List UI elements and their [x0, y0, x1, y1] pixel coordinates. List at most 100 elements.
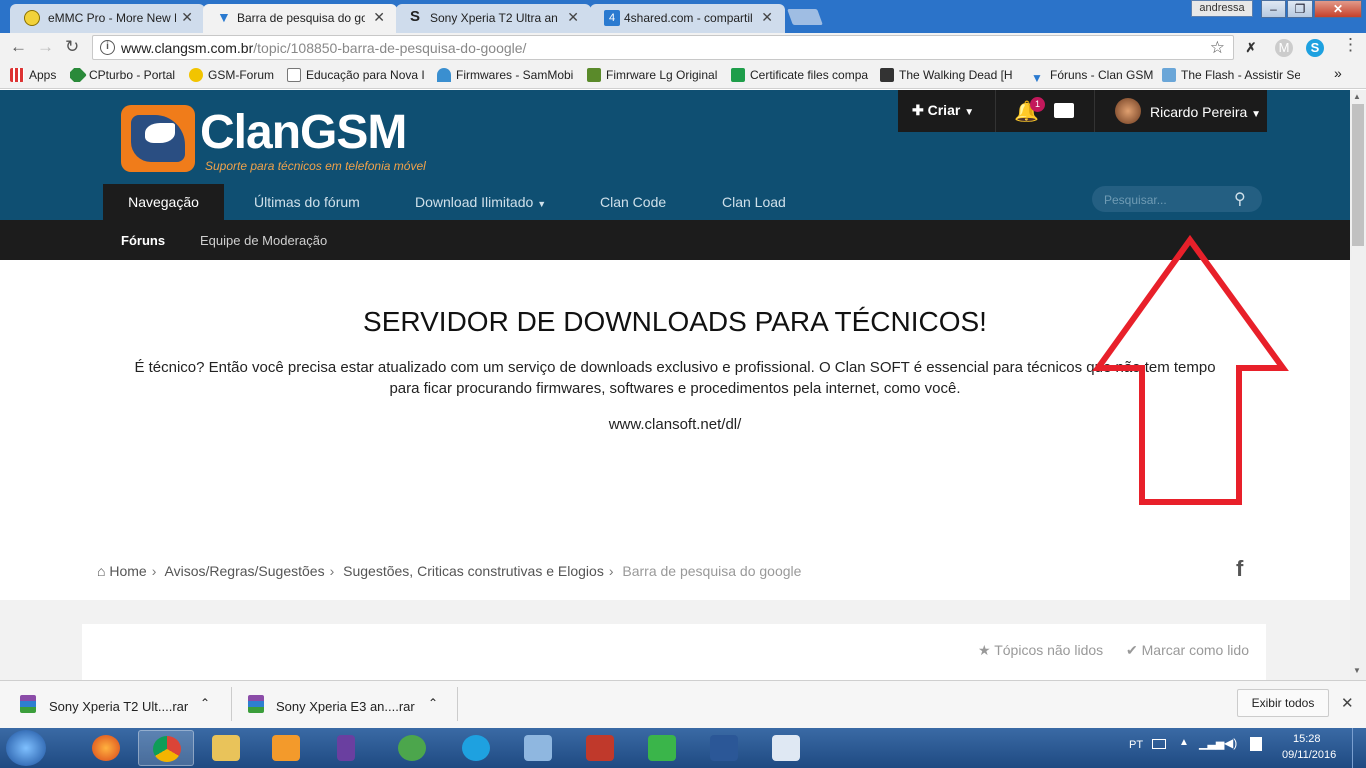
installer-taskbar[interactable] [758, 730, 814, 766]
bookmark-item[interactable]: Fimrware Lg Original [587, 68, 720, 82]
show-all-downloads-button[interactable]: Exibir todos [1237, 689, 1329, 717]
scroll-down-icon[interactable]: ▼ [1353, 666, 1361, 675]
firefox-taskbar[interactable] [78, 730, 134, 766]
minimize-button[interactable]: – [1261, 0, 1286, 18]
tab-emmc-pro[interactable]: eMMC Pro - More New M ✕ [10, 4, 205, 33]
search-icon[interactable]: ⚲ [1234, 189, 1246, 209]
bookmark-item[interactable]: GSM-Forum [189, 68, 281, 82]
reload-icon[interactable]: ↻ [65, 37, 79, 57]
show-desktop-button[interactable] [1352, 728, 1366, 768]
unread-topics-link[interactable]: ★ Tópicos não lidos [978, 642, 1103, 659]
subnav-equipe-moderacao[interactable]: Equipe de Moderação [200, 233, 327, 248]
bookmark-item[interactable]: The Walking Dead [H [880, 68, 1020, 82]
close-tab-icon[interactable]: ✕ [373, 9, 385, 26]
divider [231, 687, 232, 721]
close-tab-icon[interactable]: ✕ [761, 9, 773, 26]
download-item[interactable]: Sony Xperia E3 an....rar ⌃ [248, 688, 453, 722]
subnav-foruns[interactable]: Fóruns [121, 233, 165, 248]
nav-navegacao[interactable]: Navegação [103, 184, 224, 220]
skype-taskbar[interactable] [448, 730, 504, 766]
forward-arrow-icon[interactable]: → [37, 37, 54, 57]
nav-clan-load[interactable]: Clan Load [722, 184, 786, 220]
word-taskbar[interactable] [696, 730, 752, 766]
mark-read-link[interactable]: ✔ Marcar como lido [1126, 642, 1249, 659]
tab-clangsm[interactable]: ▼ Barra de pesquisa do goo ✕ [203, 4, 397, 33]
nav-download-ilimitado[interactable]: Download Ilimitado ▼ [415, 184, 546, 220]
breadcrumb-sugestoes[interactable]: Sugestões, Criticas construtivas e Elogi… [343, 563, 604, 579]
back-arrow-icon[interactable]: ← [10, 37, 27, 57]
tray-expand-icon[interactable]: ▲ [1179, 737, 1189, 748]
keyboard-icon[interactable] [1152, 739, 1166, 749]
username-menu[interactable]: Ricardo Pereira ▼ [1150, 104, 1261, 120]
site-logo[interactable]: ClanGSM [200, 105, 407, 160]
download-item[interactable]: Sony Xperia T2 Ult....rar ⌃ [20, 688, 225, 722]
messages-envelope-icon[interactable] [1054, 103, 1074, 118]
user-bar: ✚ Criar ▼ 🔔 1 Ricardo Pereira ▼ [898, 90, 1267, 132]
clock-time[interactable]: 15:28 [1293, 733, 1321, 745]
toolbox-icon [586, 735, 614, 761]
extension-m-icon[interactable]: M [1275, 39, 1293, 57]
phone-tool-taskbar[interactable] [318, 730, 374, 766]
language-indicator[interactable]: PT [1129, 739, 1143, 751]
start-button[interactable] [6, 730, 46, 766]
close-shelf-icon[interactable]: ✕ [1341, 694, 1354, 712]
bookmark-item[interactable]: ▼ Fóruns - Clan GSM [1031, 68, 1153, 85]
utorrent-taskbar[interactable] [384, 730, 440, 766]
skype-extension-icon[interactable]: S [1306, 39, 1324, 57]
search-input[interactable]: Pesquisar... ⚲ [1092, 186, 1262, 212]
bookmark-item[interactable]: The Flash - Assistir Se [1162, 68, 1300, 82]
breadcrumb-home[interactable]: Home [109, 563, 146, 579]
close-window-button[interactable]: ✕ [1314, 0, 1362, 18]
clock-date[interactable]: 09/11/2016 [1282, 749, 1336, 761]
avatar[interactable] [1115, 98, 1141, 124]
chevron-up-icon[interactable]: ⌃ [200, 696, 210, 710]
chevron-up-icon[interactable]: ⌃ [428, 696, 438, 710]
bookmark-item[interactable]: Apps [10, 68, 65, 82]
chevron-down-icon: ▼ [537, 199, 547, 209]
bookmark-item[interactable]: Firmwares - SamMobi [437, 68, 574, 82]
chrome-taskbar[interactable] [138, 730, 194, 766]
nav-ultimas-forum[interactable]: Últimas do fórum [254, 184, 360, 220]
network-signal-icon[interactable]: ▁▃▅ [1199, 737, 1224, 750]
browser-toolbar: ← → ↻ i www.clangsm.com.br/topic/108850-… [0, 33, 1366, 62]
scrollbar-thumb[interactable] [1352, 104, 1364, 246]
bookmark-item[interactable]: Educação para Nova I [287, 68, 424, 82]
page-scrollbar[interactable]: ▲ ▼ [1350, 90, 1366, 680]
apps-grid-icon [10, 68, 24, 82]
skype-icon [462, 735, 490, 761]
close-tab-icon[interactable]: ✕ [567, 9, 579, 26]
control-panel-taskbar[interactable] [510, 730, 566, 766]
facebook-icon[interactable]: f [1236, 556, 1243, 582]
action-center-flag-icon[interactable] [1250, 737, 1262, 751]
android-tool-taskbar[interactable] [634, 730, 690, 766]
site-info-icon[interactable]: i [100, 40, 115, 55]
bookmarks-overflow-button[interactable]: » [1334, 65, 1342, 81]
address-url: www.clangsm.com.br/topic/108850-barra-de… [121, 40, 527, 56]
bookmark-item[interactable]: Certificate files compa [731, 68, 869, 82]
volume-icon[interactable]: ◀) [1224, 736, 1237, 750]
media-player-taskbar[interactable] [258, 730, 314, 766]
bookmark-item[interactable]: CPturbo - Portal [70, 68, 182, 82]
nav-clan-code[interactable]: Clan Code [600, 184, 666, 220]
scroll-up-icon[interactable]: ▲ [1353, 92, 1361, 101]
tab-sony-xperia[interactable]: S Sony Xperia T2 Ultra and ✕ [396, 4, 591, 33]
tab-title: eMMC Pro - More New M [48, 11, 176, 25]
clangsm-logo-icon[interactable] [121, 105, 195, 172]
window-user-badge: andressa [1191, 0, 1253, 17]
tab-4shared[interactable]: 4 4shared.com - compartil ✕ [590, 4, 785, 33]
smiley-icon [189, 68, 203, 82]
create-button[interactable]: ✚ Criar ▼ [912, 102, 974, 119]
clangsm-icon: ▼ [217, 9, 231, 25]
word-icon [710, 735, 738, 761]
chevron-down-icon: ▼ [1251, 109, 1262, 120]
menu-icon[interactable]: ⋮ [1342, 35, 1359, 55]
bookmark-star-icon[interactable]: ☆ [1210, 38, 1225, 58]
toolbox-taskbar[interactable] [572, 730, 628, 766]
explorer-taskbar[interactable] [198, 730, 254, 766]
new-tab-button[interactable] [787, 9, 823, 25]
maximize-button[interactable]: ❐ [1287, 0, 1313, 18]
breadcrumb-avisos[interactable]: Avisos/Regras/Sugestões [165, 563, 325, 579]
close-tab-icon[interactable]: ✕ [181, 9, 193, 26]
extension-x-icon[interactable]: ✗ [1242, 39, 1260, 57]
address-bar[interactable]: i www.clangsm.com.br/topic/108850-barra-… [92, 35, 1234, 60]
